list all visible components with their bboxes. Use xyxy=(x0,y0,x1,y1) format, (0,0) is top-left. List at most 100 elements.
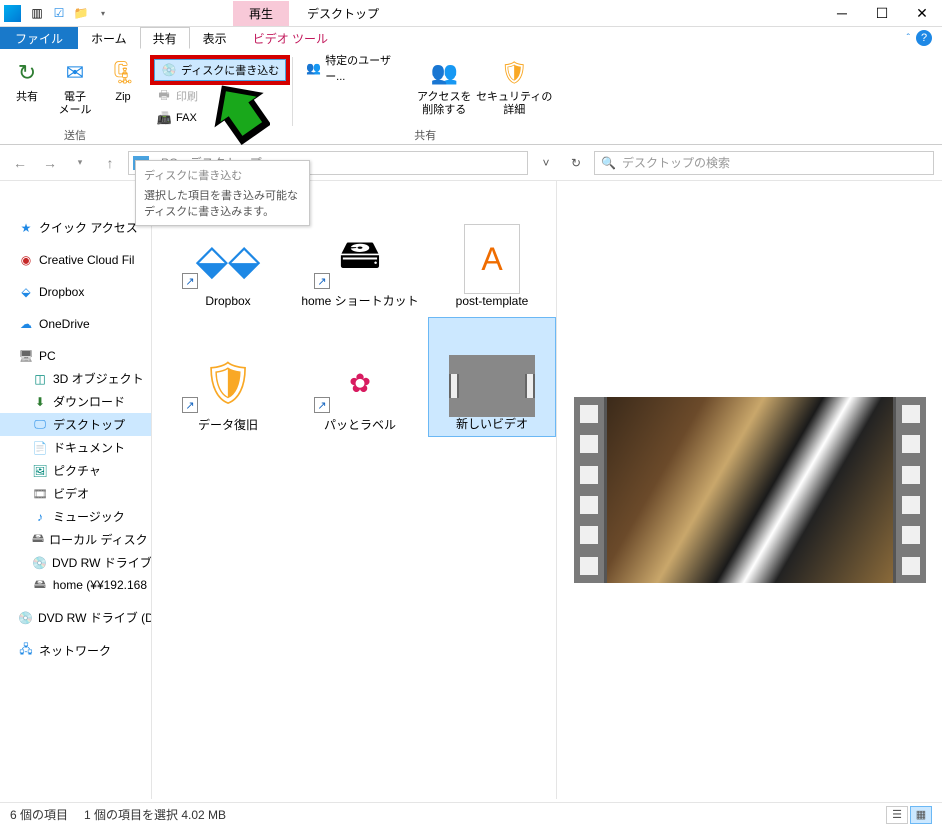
remove-access-button[interactable]: 👥 アクセスを 削除する xyxy=(414,53,474,127)
nav-home-share[interactable]: 🖴home (¥¥192.168 xyxy=(0,574,151,596)
address-dropdown-icon[interactable]: ˅ xyxy=(534,151,558,175)
star-icon: ★ xyxy=(18,220,34,236)
nav-quick-access[interactable]: ★クイック アクセス xyxy=(0,216,151,239)
nav-videos[interactable]: 🎞ビデオ xyxy=(0,482,151,505)
nav-dropbox[interactable]: ⬙Dropbox xyxy=(0,281,151,303)
email-button[interactable]: ✉ 電子 メール xyxy=(53,53,97,127)
remove-access-icon: 👥 xyxy=(428,57,460,89)
contextual-tab-playback[interactable]: 再生 xyxy=(233,1,289,26)
close-button[interactable]: ✕ xyxy=(902,0,942,27)
video-icon: 🎞 xyxy=(32,486,48,502)
nav-desktop[interactable]: 🖵デスクトップ xyxy=(0,413,151,436)
nav-downloads[interactable]: ⬇ダウンロード xyxy=(0,390,151,413)
shortcut-arrow-icon: ↗ xyxy=(314,397,330,413)
users-icon: 👥 xyxy=(306,60,321,76)
maximize-button[interactable]: ☐ xyxy=(862,0,902,27)
item-patto-label[interactable]: ✿ ↗ パッとラベル xyxy=(296,317,424,437)
zip-button[interactable]: 🗜 Zip xyxy=(101,53,145,127)
nav-back-button[interactable]: ← xyxy=(8,151,32,175)
disc-icon: 💿 xyxy=(32,555,47,571)
qat-dropdown-icon[interactable]: ▾ xyxy=(93,3,113,23)
shield-icon: 🛡 xyxy=(188,348,268,418)
fax-button[interactable]: 📠 FAX xyxy=(150,107,290,129)
items-view[interactable]: ⬙⬙ ↗ Dropbox 🖴 ↗ home ショートカット A post-tem… xyxy=(152,181,557,799)
share-button[interactable]: ↻ 共有 xyxy=(5,53,49,127)
item-post-template[interactable]: A post-template xyxy=(428,193,556,313)
tab-video-tools[interactable]: ビデオ ツール xyxy=(240,27,341,49)
tab-share[interactable]: 共有 xyxy=(140,27,190,49)
preview-pane xyxy=(557,181,942,799)
picture-icon: 🖼 xyxy=(32,463,48,479)
pc-icon: 🖥 xyxy=(18,348,34,364)
window-title: デスクトップ xyxy=(307,5,379,22)
video-thumbnail xyxy=(449,355,535,417)
help-icon[interactable]: ? xyxy=(916,30,932,46)
navigation-pane[interactable]: ★クイック アクセス ◉Creative Cloud Fil ⬙Dropbox … xyxy=(0,181,152,799)
hdd-icon: 🖴 xyxy=(32,532,44,548)
network-icon: 🖧 xyxy=(18,643,34,659)
document-icon: A xyxy=(464,224,520,294)
video-preview-filmstrip xyxy=(574,397,926,583)
print-button[interactable]: 🖶 印刷 xyxy=(150,85,290,107)
tab-file[interactable]: ファイル xyxy=(0,27,78,49)
nav-local-disk[interactable]: 🖴ローカル ディスク (C xyxy=(0,528,151,551)
nav-recent-dropdown[interactable]: ▾ xyxy=(68,151,92,175)
nav-dvd-rw[interactable]: 💿DVD RW ドライブ xyxy=(0,551,151,574)
burn-to-disc-highlight: 💿 ディスクに書き込む xyxy=(150,55,290,85)
disc-icon: 💿 xyxy=(161,62,177,78)
nav-music[interactable]: ♪ミュージック xyxy=(0,505,151,528)
desktop-icon: 🖵 xyxy=(32,417,48,433)
cloud-icon: ☁ xyxy=(18,316,34,332)
nav-documents[interactable]: 📄ドキュメント xyxy=(0,436,151,459)
drive-icon: 🖴 xyxy=(320,224,400,294)
download-icon: ⬇ xyxy=(32,394,48,410)
nav-pictures[interactable]: 🖼ピクチャ xyxy=(0,459,151,482)
nav-up-button[interactable]: ↑ xyxy=(98,151,122,175)
email-icon: ✉ xyxy=(59,57,91,89)
nav-dvd-rw-2[interactable]: 💿DVD RW ドライブ (D xyxy=(0,606,151,629)
status-item-count: 6 個の項目 xyxy=(10,806,68,823)
video-frame xyxy=(604,397,896,583)
print-icon: 🖶 xyxy=(156,88,172,104)
ribbon-collapse-icon[interactable]: ˆ xyxy=(907,33,910,44)
music-icon: ♪ xyxy=(32,509,48,525)
item-new-video[interactable]: 新しいビデオ xyxy=(428,317,556,437)
tab-view[interactable]: 表示 xyxy=(190,27,240,49)
nav-forward-button[interactable]: → xyxy=(38,151,62,175)
tab-home[interactable]: ホーム xyxy=(78,27,140,49)
label-app-icon: ✿ xyxy=(320,348,400,418)
group-label-send: 送信 xyxy=(64,127,86,145)
nav-network[interactable]: 🖧ネットワーク xyxy=(0,639,151,662)
item-home-shortcut[interactable]: 🖴 ↗ home ショートカット xyxy=(296,193,424,313)
disc-icon: 💿 xyxy=(18,610,33,626)
share-icon: ↻ xyxy=(11,57,43,89)
view-details-button[interactable]: ☰ xyxy=(886,806,908,824)
zip-icon: 🗜 xyxy=(107,57,139,89)
refresh-button[interactable]: ↻ xyxy=(564,151,588,175)
status-bar: 6 個の項目 1 個の項目を選択 4.02 MB ☰ ▦ xyxy=(0,802,942,826)
network-drive-icon: 🖴 xyxy=(32,577,48,593)
view-large-icons-button[interactable]: ▦ xyxy=(910,806,932,824)
tooltip-burn-disc: ディスクに書き込む 選択した項目を書き込み可能なディスクに書き込みます。 xyxy=(135,160,310,226)
shortcut-arrow-icon: ↗ xyxy=(182,397,198,413)
nav-creative-cloud[interactable]: ◉Creative Cloud Fil xyxy=(0,249,151,271)
shield-icon: 🛡 xyxy=(498,57,530,89)
nav-3d-objects[interactable]: ◫3D オブジェクト xyxy=(0,367,151,390)
cube-icon: ◫ xyxy=(32,371,48,387)
search-icon: 🔍 xyxy=(601,156,616,170)
nav-onedrive[interactable]: ☁OneDrive xyxy=(0,313,151,335)
status-selection: 1 個の項目を選択 4.02 MB xyxy=(84,806,226,823)
qat-folder-icon[interactable]: 📁 xyxy=(71,3,91,23)
dropbox-icon: ⬙ xyxy=(18,284,34,300)
item-data-recovery[interactable]: 🛡 ↗ データ復旧 xyxy=(164,317,292,437)
burn-to-disc-button[interactable]: 💿 ディスクに書き込む xyxy=(154,59,286,81)
specific-users-button[interactable]: 👥 特定のユーザー... xyxy=(300,57,410,79)
dropbox-icon: ⬙⬙ xyxy=(188,224,268,294)
security-detail-button[interactable]: 🛡 セキュリティの 詳細 xyxy=(478,53,550,127)
minimize-button[interactable]: ─ xyxy=(822,0,862,27)
qat-properties-icon[interactable]: ▥ xyxy=(27,3,47,23)
qat-check-icon[interactable]: ☑ xyxy=(49,3,69,23)
nav-pc[interactable]: 🖥PC xyxy=(0,345,151,367)
document-icon: 📄 xyxy=(32,440,48,456)
search-input[interactable]: 🔍 デスクトップの検索 xyxy=(594,151,934,175)
